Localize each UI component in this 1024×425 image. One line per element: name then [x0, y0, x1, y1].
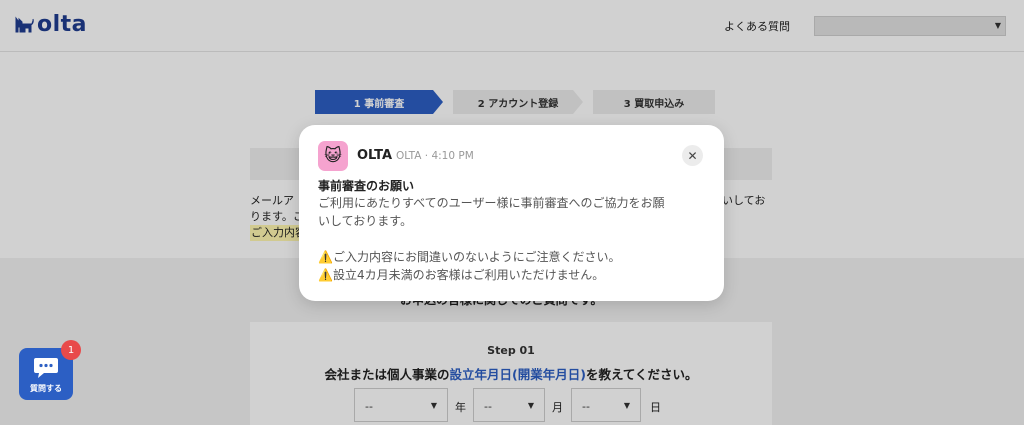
warning-line-1: ⚠️ご入力内容にお間違いのないようにご注意ください。	[318, 248, 620, 266]
notification-body-line2: いしております。	[318, 214, 413, 228]
notification-popup: 😺 OLTA OLTA · 4:10 PM ✕ 事前審査のお願い ご利用にあたり…	[299, 125, 724, 301]
cat-app-icon: 😺	[318, 141, 348, 171]
close-button[interactable]: ✕	[682, 145, 703, 166]
warning-icon: ⚠️	[318, 250, 333, 264]
warning-icon: ⚠️	[318, 268, 333, 282]
warning-text-2: 設立4カ月未満のお客様はご利用いただけません。	[332, 268, 605, 282]
notification-body: ご利用にあたりすべてのユーザー様に事前審査へのご協力をお願 いしております。	[318, 194, 710, 230]
chat-unread-badge: 1	[61, 340, 81, 360]
close-icon: ✕	[687, 148, 698, 163]
notification-body-line1: ご利用にあたりすべてのユーザー様に事前審査へのご協力をお願	[318, 196, 665, 210]
notification-title: 事前審査のお願い	[318, 179, 415, 193]
chat-button-label: 質問する	[30, 384, 62, 393]
chat-bubble-icon	[34, 358, 58, 378]
warning-text-1: ご入力内容にお間違いのないようにご注意ください。	[332, 250, 621, 264]
warning-line-2: ⚠️設立4カ月未満のお客様はご利用いただけません。	[318, 266, 604, 284]
notification-meta: OLTA · 4:10 PM	[396, 150, 474, 162]
notification-app-name: OLTA	[357, 148, 393, 163]
